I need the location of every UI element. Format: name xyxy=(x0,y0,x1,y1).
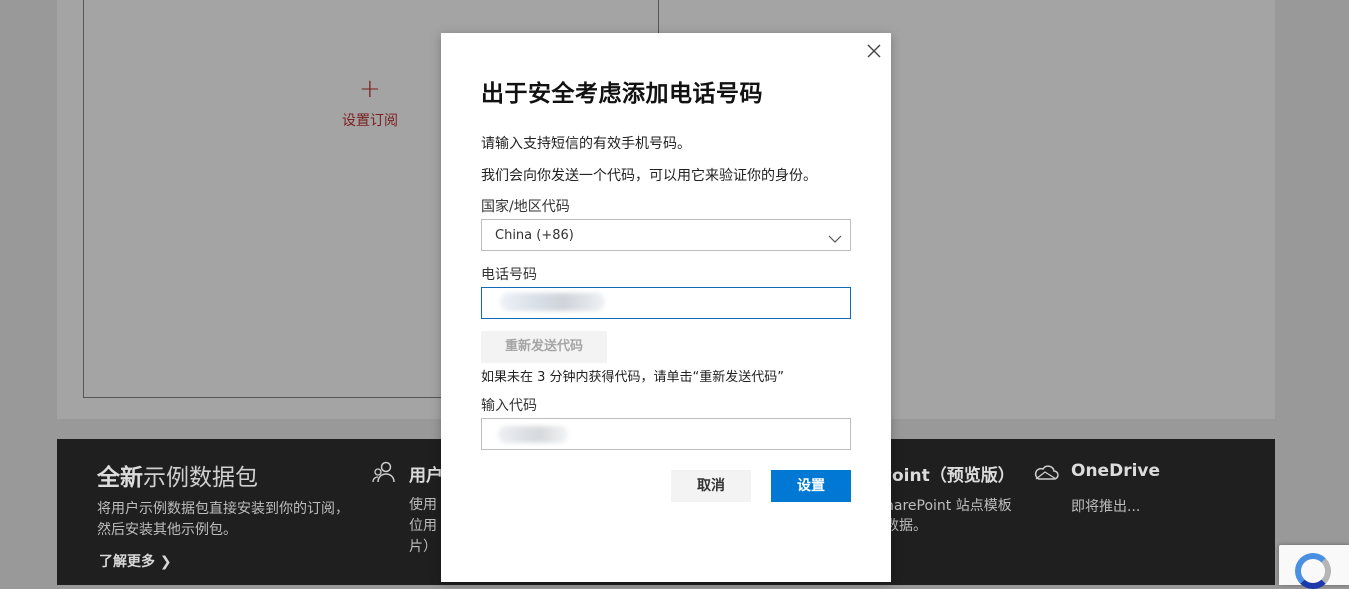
set-button[interactable]: 设置 xyxy=(771,470,851,502)
redacted-phone-value xyxy=(500,293,605,311)
dialog-explanation: 我们会向你发送一个代码，可以用它来验证你的身份。 xyxy=(481,168,817,184)
recaptcha-badge[interactable] xyxy=(1279,545,1349,589)
verification-code-input[interactable] xyxy=(481,418,851,450)
dialog-title: 出于安全考虑添加电话号码 xyxy=(481,81,763,107)
plus-icon[interactable]: + xyxy=(359,76,381,102)
onedrive-pack-description: 即将推出... xyxy=(1071,499,1141,515)
recaptcha-icon xyxy=(1295,553,1331,589)
learn-more-link[interactable]: 了解更多 ❯ xyxy=(99,551,172,571)
country-code-label: 国家/地区代码 xyxy=(481,199,570,215)
country-code-select[interactable]: China (+86) xyxy=(481,219,851,251)
close-icon[interactable] xyxy=(865,42,883,60)
setup-subscription-link[interactable]: 设置订阅 xyxy=(342,110,398,130)
cancel-button[interactable]: 取消 xyxy=(671,470,751,502)
resend-hint: 如果未在 3 分钟内获得代码，请单击“重新发送代码” xyxy=(481,370,785,385)
phone-number-input[interactable] xyxy=(481,287,851,319)
resend-code-button[interactable]: 重新发送代码 xyxy=(481,331,607,363)
dialog-instruction: 请输入支持短信的有效手机号码。 xyxy=(481,136,691,152)
users-pack-title: 用户 xyxy=(409,466,443,486)
cloud-icon xyxy=(1033,463,1059,485)
redacted-code-value xyxy=(498,426,568,443)
sample-pack-title: 全新示例数据包 xyxy=(97,465,258,491)
users-icon xyxy=(372,461,396,487)
add-phone-dialog: 出于安全考虑添加电话号码 请输入支持短信的有效手机号码。 我们会向你发送一个代码… xyxy=(441,33,891,582)
sample-pack-description: 将用户示例数据包直接安装到你的订阅，然后安装其他示例包。 xyxy=(97,501,349,538)
enter-code-label: 输入代码 xyxy=(481,398,537,414)
sharepoint-pack-description: harePoint 站点模板 数据。 xyxy=(885,498,1012,534)
chevron-down-icon xyxy=(828,229,842,248)
phone-number-label: 电话号码 xyxy=(481,267,537,283)
country-code-value: China (+86) xyxy=(495,228,574,243)
onedrive-pack-title: OneDrive xyxy=(1071,461,1161,481)
